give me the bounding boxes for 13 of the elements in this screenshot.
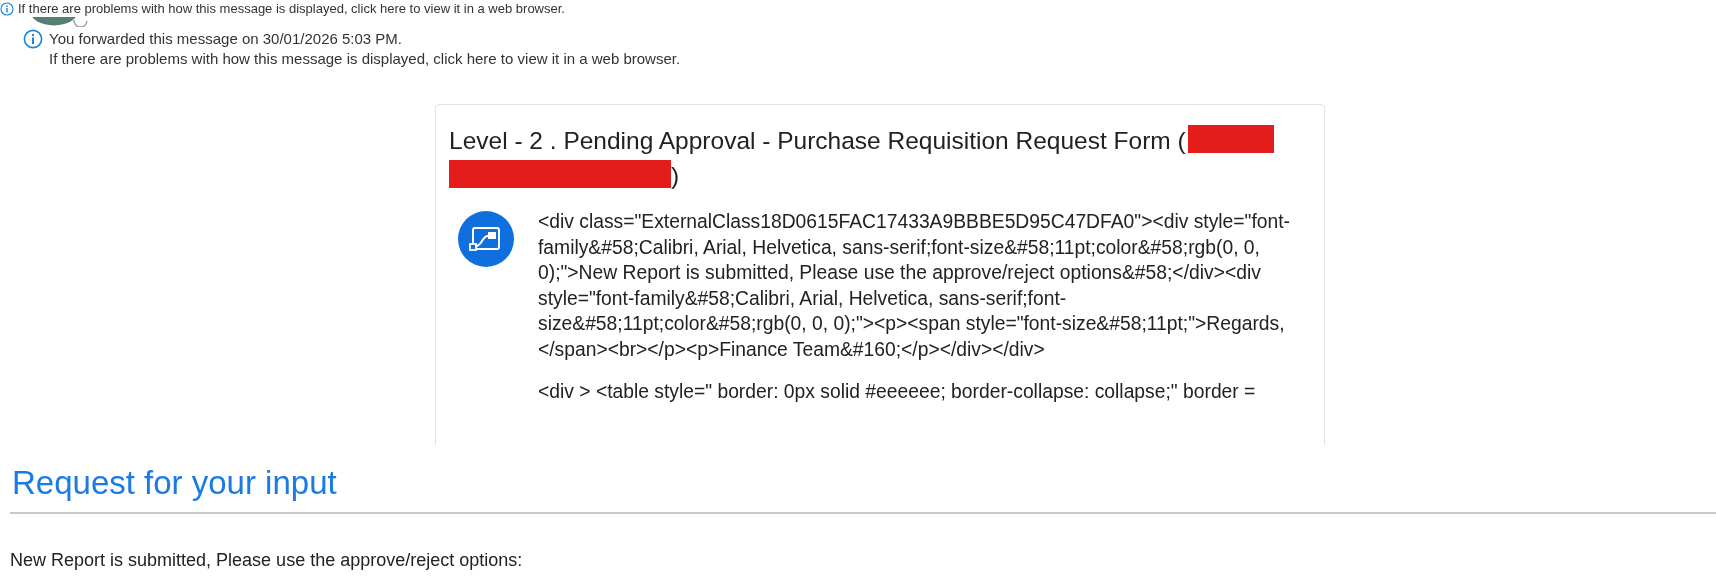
info-icon bbox=[23, 29, 43, 49]
message-title: ) bbox=[671, 162, 680, 189]
info-icon bbox=[0, 1, 14, 16]
flow-logo-icon bbox=[458, 211, 514, 267]
browser-view-link[interactable]: If there are problems with how this message is displayed, click here to view it in a web browser. bbox=[18, 0, 565, 17]
request-text: New Report is submitted, Please use the approve/reject options: bbox=[10, 550, 523, 571]
section-heading: Request for your input bbox=[11, 465, 337, 501]
browser-view-link[interactable]: If there are problems with how this message is displayed, click here to view it in a web browser. bbox=[49, 49, 681, 69]
message-title: Level - 2 . Pending Approval - Purchase Requisition Request Form ( bbox=[449, 127, 1186, 154]
forwarded-notice: You forwarded this message on 30/01/2026 5:03 PM. bbox=[49, 29, 403, 49]
html-source-text: <div > <table style=" border: 0px solid #eeeeee; border-collapse: collapse;" border = bbox=[538, 380, 1257, 404]
status-ring-icon bbox=[73, 19, 88, 27]
html-source-text: <div class="ExternalClass18D0615FAC17433A9BBBE5D95C47DFA0"><div style="font-family&#58;Calibri, Arial, Helvetica, sans-serif;font-size&#58;11pt;color&#58;rgb(0, 0, 0);">New Report is submitted, Please use the approve/reject options&#58;</div><div style="font-family&#58;Calibri, Arial, Helvetica, sans-serif;font-size&#58;11pt;color&#58;rgb(0, 0, 0);"><p><span style="font-size&#58;11pt;">Regards,</span><br></p><p>Finance Team&#160;</p></div></div> bbox=[538, 210, 1292, 362]
